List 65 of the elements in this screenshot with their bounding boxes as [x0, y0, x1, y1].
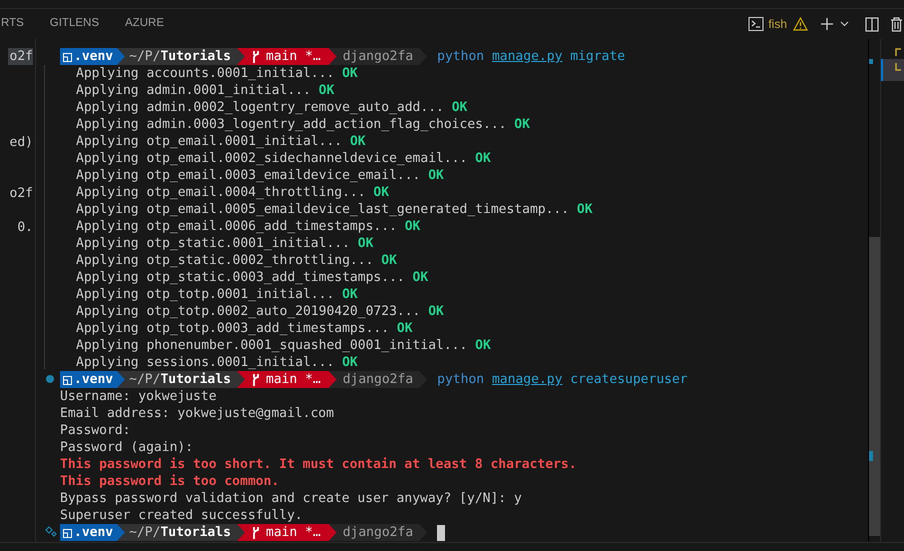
migration-line: Applying admin.0001_initial... OK	[75, 82, 334, 99]
migration-line: Applying admin.0003_logentry_add_action_flag_choices... OK	[75, 116, 530, 133]
path-segment: ~/P/Tutorials	[117, 524, 245, 541]
branch-name: main *…	[266, 524, 321, 541]
terminal-icon[interactable]	[748, 16, 764, 32]
migration-line: Applying phonenumber.0001_squashed_0001_initial... OK	[75, 337, 491, 354]
path-segment: ~/P/Tutorials	[117, 371, 245, 388]
scroll-marker	[869, 451, 873, 461]
command-text: python manage.py migrate	[437, 48, 626, 65]
command-decoration-icon[interactable]	[45, 526, 57, 538]
migration-line: Applying otp_totp.0003_add_timestamps... OK	[75, 320, 413, 337]
migration-line: Applying otp_email.0005_emaildevice_last_generated_timestamp... OK	[75, 201, 593, 218]
migration-line: Applying otp_email.0006_add_timestamps... OK	[75, 218, 420, 235]
migration-line: Applying admin.0002_logentry_remove_auto_add... OK	[75, 99, 468, 116]
command-text: python manage.py createsuperuser	[437, 371, 688, 388]
migration-line: Applying otp_email.0003_emaildevice_email... OK	[75, 167, 444, 184]
branch-name: main *…	[266, 371, 321, 388]
migration-line: Applying otp_static.0001_initial... OK	[75, 235, 374, 252]
migration-line: Applying accounts.0001_initial... OK	[75, 65, 358, 82]
scrollbar-thumb[interactable]	[869, 237, 880, 536]
project-segment: django2fa	[328, 524, 428, 541]
output-line: Bypass password validation and create user anyway? [y/N]: y	[60, 490, 522, 507]
split-icon[interactable]	[865, 16, 879, 32]
branch-name: main *…	[266, 48, 321, 65]
path-segment: ~/P/Tutorials	[117, 48, 245, 65]
code-fragment: 0.	[17, 219, 33, 236]
output-line: Password:	[60, 422, 130, 439]
scroll-marker	[869, 59, 873, 64]
code-fragment: o2f	[8, 48, 33, 65]
venv-name: .venv	[74, 371, 114, 388]
venv-name: .venv	[74, 524, 114, 541]
migration-line: Applying sessions.0001_initial... OK	[75, 354, 358, 371]
output-line: Username: yokwejuste	[60, 388, 217, 405]
output-line: Superuser created successfully.	[60, 507, 303, 524]
migration-line: Applying otp_totp.0001_initial... OK	[75, 286, 358, 303]
panel-tab[interactable]: RTS	[1, 15, 24, 33]
window-icon	[63, 374, 73, 384]
migration-line: Applying otp_static.0002_throttling... OK	[75, 252, 397, 269]
warning-icon[interactable]	[793, 17, 808, 31]
project-segment: django2fa	[328, 371, 428, 388]
panel-tab[interactable]: GITLENS	[50, 15, 100, 33]
list-item[interactable]	[881, 59, 904, 81]
window-icon	[63, 528, 73, 538]
migration-line: Applying otp_static.0003_add_timestamps... OK	[75, 269, 428, 286]
code-fragment: o2f	[10, 185, 33, 202]
branch-icon	[250, 50, 261, 62]
window-icon	[63, 52, 73, 62]
panel-tab[interactable]: AZURE	[125, 15, 164, 33]
trash-icon[interactable]	[891, 16, 902, 32]
add-icon[interactable]	[820, 17, 834, 31]
migration-line: Applying otp_email.0004_throttling... OK	[75, 184, 390, 201]
output-line: Password (again):	[60, 439, 194, 456]
migration-line: Applying otp_email.0002_sidechanneldevice_email... OK	[75, 150, 491, 167]
code-fragment: ed)	[10, 134, 33, 151]
shell-name[interactable]: fish	[768, 15, 787, 33]
chevron-down-icon[interactable]	[840, 21, 849, 27]
branch-icon	[250, 526, 261, 538]
error-line: This password is too short. It must contain at least 8 characters.	[60, 456, 577, 473]
migration-line: Applying otp_totp.0002_auto_20190420_0723... OK	[75, 303, 444, 320]
project-segment: django2fa	[328, 48, 428, 65]
venv-name: .venv	[74, 48, 114, 65]
branch-icon	[250, 374, 261, 386]
error-line: This password is too common.	[60, 473, 280, 490]
output-line: Email address: yokwejuste@gmail.com	[60, 405, 334, 422]
migration-line: Applying otp_email.0001_initial... OK	[75, 133, 366, 150]
